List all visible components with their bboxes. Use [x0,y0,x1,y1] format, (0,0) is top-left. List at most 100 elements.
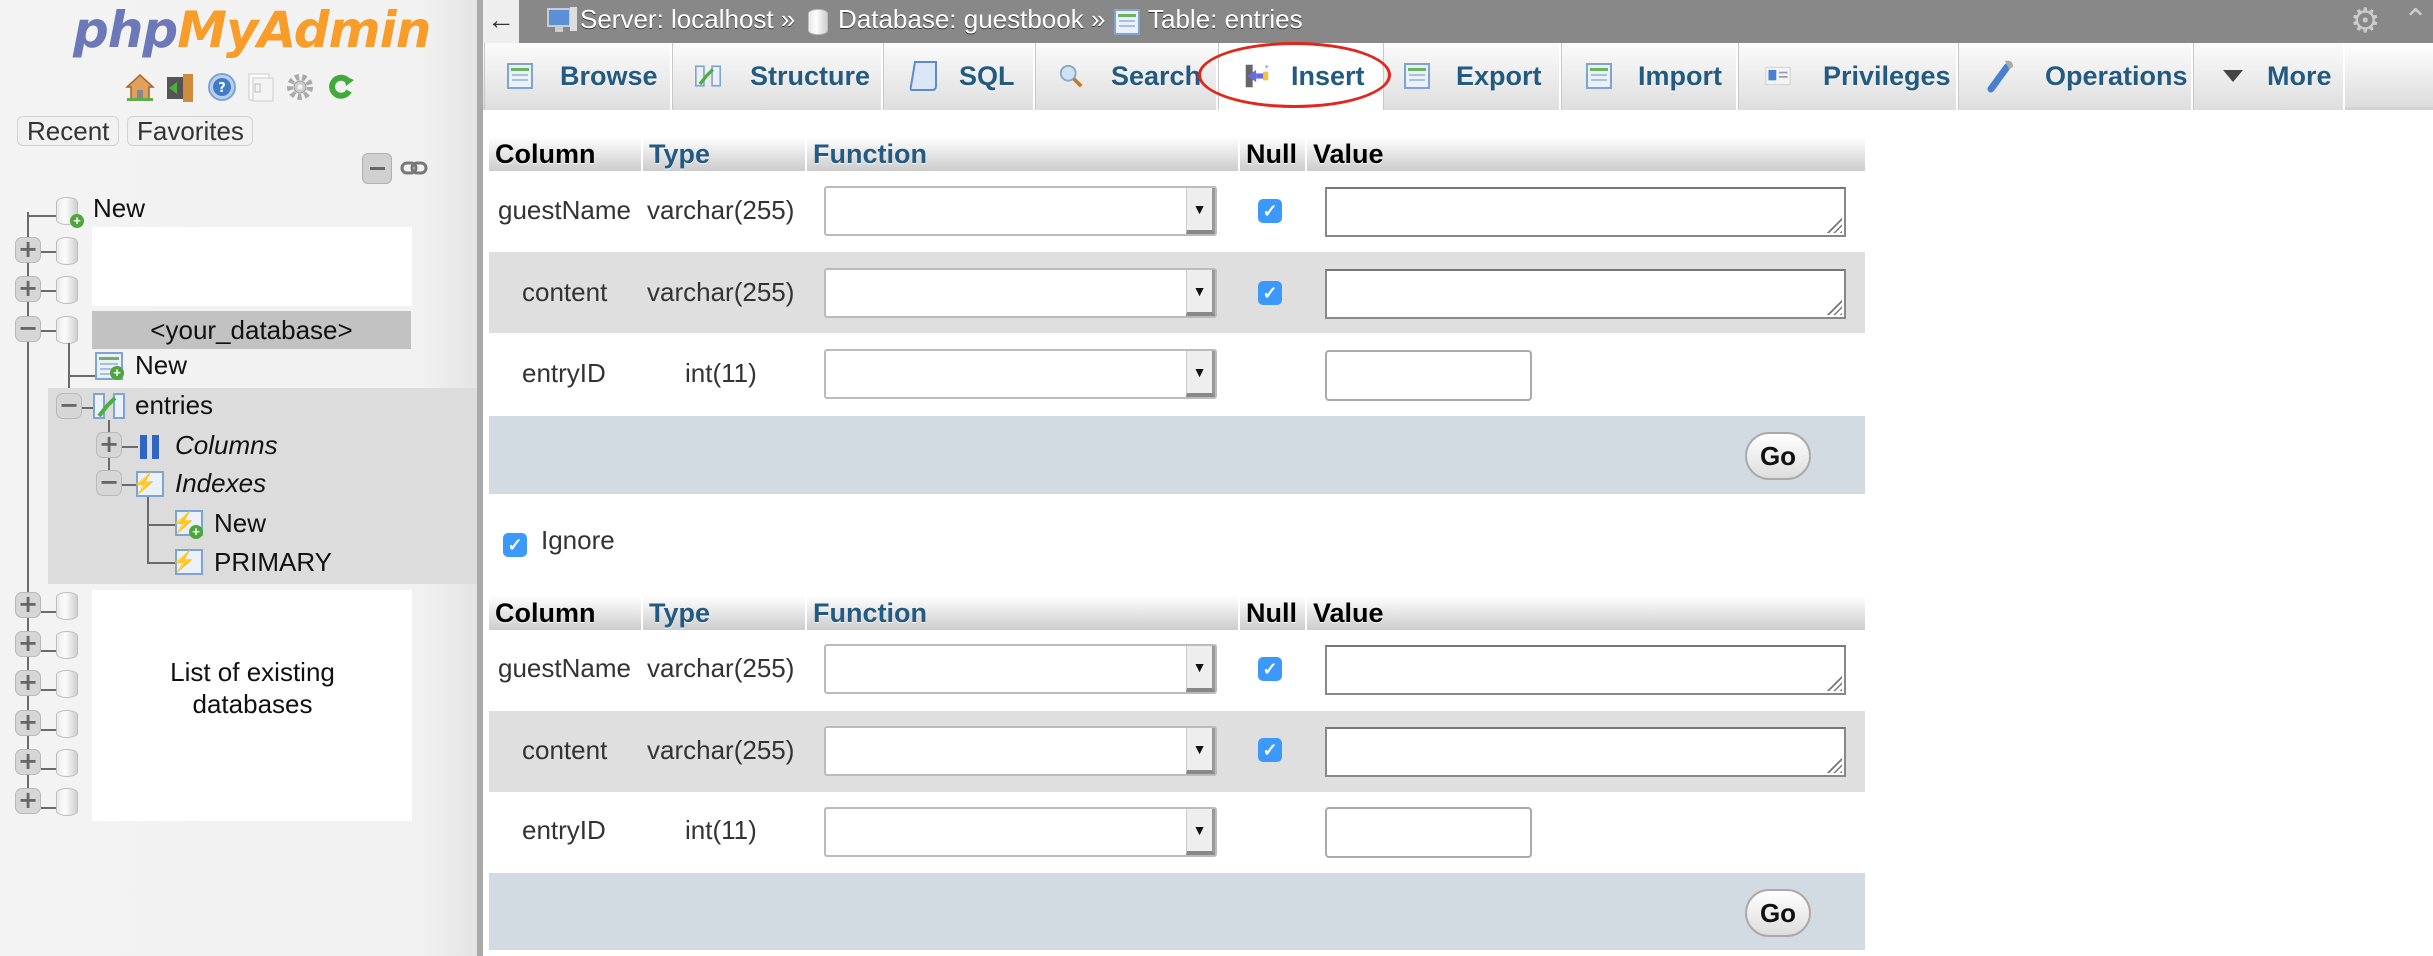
expand-icon[interactable]: + [15,276,41,302]
value-textarea[interactable] [1325,269,1846,319]
value-textarea[interactable] [1325,187,1846,237]
expand-icon[interactable]: + [15,631,41,657]
documentation-icon[interactable] [245,72,275,102]
function-select[interactable]: ▼ [824,807,1217,857]
value-textarea[interactable] [1325,645,1846,695]
resize-grip-icon[interactable] [1826,217,1842,233]
logout-icon[interactable] [165,72,195,102]
expand-icon[interactable]: + [96,432,122,458]
expand-icon[interactable]: + [15,670,41,696]
expand-icon[interactable]: + [15,749,41,775]
insert-table-header: Column Type Function Null Value [489,137,1865,171]
header-function[interactable]: Function [805,137,1238,171]
resize-grip-icon[interactable] [1826,757,1842,773]
function-select[interactable]: ▼ [824,268,1217,318]
header-type[interactable]: Type [641,137,805,171]
sql-icon [909,61,937,91]
recent-button[interactable]: Recent [17,116,119,146]
tree-indexes[interactable]: Indexes [175,468,266,498]
header-null: Null [1238,596,1305,630]
resize-grip-icon[interactable] [1826,299,1842,315]
function-select[interactable]: ▼ [824,644,1217,694]
tree-line [41,611,56,613]
function-select[interactable]: ▼ [824,726,1217,776]
tab-export[interactable]: Export [1383,43,1561,110]
tab-import[interactable]: Import [1561,43,1738,110]
back-arrow-icon[interactable]: ← [483,0,519,43]
tree-line [41,807,56,809]
help-icon[interactable]: ? [207,72,237,102]
collapse-all-icon[interactable] [362,153,392,184]
index-icon: ⚡ [171,549,203,575]
chevron-down-icon[interactable]: ▼ [1186,809,1215,855]
column-type: varchar(255) [647,653,795,683]
function-select[interactable]: ▼ [824,349,1217,399]
tab-more[interactable]: More [2193,43,2345,110]
sidebar-resize-handle[interactable] [477,0,483,956]
expand-icon[interactable]: + [15,788,41,814]
tree-new-database[interactable]: New [93,193,145,223]
null-checkbox[interactable]: ✓ [1258,281,1282,305]
chevron-down-icon[interactable]: ▼ [1186,646,1215,692]
chevron-down-icon[interactable]: ▼ [1186,188,1215,234]
value-input[interactable] [1325,807,1532,858]
tree-columns[interactable]: Columns [175,430,278,460]
resize-grip-icon[interactable] [1826,675,1842,691]
null-checkbox[interactable]: ✓ [1258,657,1282,681]
breadcrumb-table[interactable]: Table: entries [1148,0,1303,43]
breadcrumb-server[interactable]: Server: localhost » [580,0,795,43]
go-button[interactable]: Go [1745,889,1811,937]
tree-index-primary[interactable]: PRIMARY [214,547,332,577]
expand-icon[interactable]: + [15,592,41,618]
collapse-top-icon[interactable]: ⌃ [2403,3,2428,39]
add-badge-icon: + [189,525,203,539]
search-icon [1059,64,1083,88]
phpmyadmin-logo[interactable]: phpMyAdmin [73,2,431,58]
expand-icon[interactable]: + [15,710,41,736]
chevron-down-icon[interactable]: ▼ [1186,270,1215,316]
collapse-icon[interactable]: − [56,393,82,419]
privileges-icon [1765,66,1791,86]
tree-new-index[interactable]: New [214,508,266,538]
value-input[interactable] [1325,350,1532,401]
column-name: entryID [522,815,606,845]
database-icon [56,631,78,659]
database-icon [56,749,78,777]
collapse-icon[interactable]: − [15,316,41,342]
tab-structure[interactable]: Structure [672,43,883,110]
tree-table-entries[interactable]: entries [135,390,213,420]
value-textarea[interactable] [1325,727,1846,777]
ignore-label[interactable]: Ignore [541,525,615,555]
header-type[interactable]: Type [641,596,805,630]
link-with-main-panel-icon[interactable] [400,160,428,176]
svg-text:?: ? [218,81,226,96]
null-checkbox[interactable]: ✓ [1258,738,1282,762]
settings-icon[interactable] [285,72,315,102]
home-icon[interactable] [125,72,155,102]
tab-privileges[interactable]: Privileges [1738,43,1958,110]
structure-icon [695,65,721,87]
page-settings-icon[interactable]: ⚙ [2350,3,2380,39]
chevron-down-icon[interactable]: ▼ [1186,728,1215,774]
redacted-database-names [92,227,412,306]
column-name: content [522,277,608,307]
header-function[interactable]: Function [805,596,1238,630]
database-icon [808,9,828,35]
tab-browse[interactable]: Browse [484,43,672,110]
tab-operations[interactable]: Operations [1958,43,2193,110]
tab-sql[interactable]: SQL [883,43,1035,110]
breadcrumb-database[interactable]: Database: guestbook » [838,0,1105,43]
tree-new-table[interactable]: New [135,350,187,380]
go-button[interactable]: Go [1745,432,1811,480]
chevron-down-icon[interactable]: ▼ [1186,351,1215,397]
column-type: int(11) [685,358,757,388]
reload-icon[interactable] [326,72,356,102]
expand-icon[interactable]: + [15,237,41,263]
function-select[interactable]: ▼ [824,186,1217,236]
favorites-button[interactable]: Favorites [127,116,253,146]
tree-current-database[interactable]: <your_database> [92,315,411,345]
null-checkbox[interactable]: ✓ [1258,199,1282,223]
tab-search[interactable]: Search [1035,43,1218,110]
ignore-checkbox[interactable]: ✓ [503,533,527,557]
collapse-icon[interactable]: − [96,470,122,496]
